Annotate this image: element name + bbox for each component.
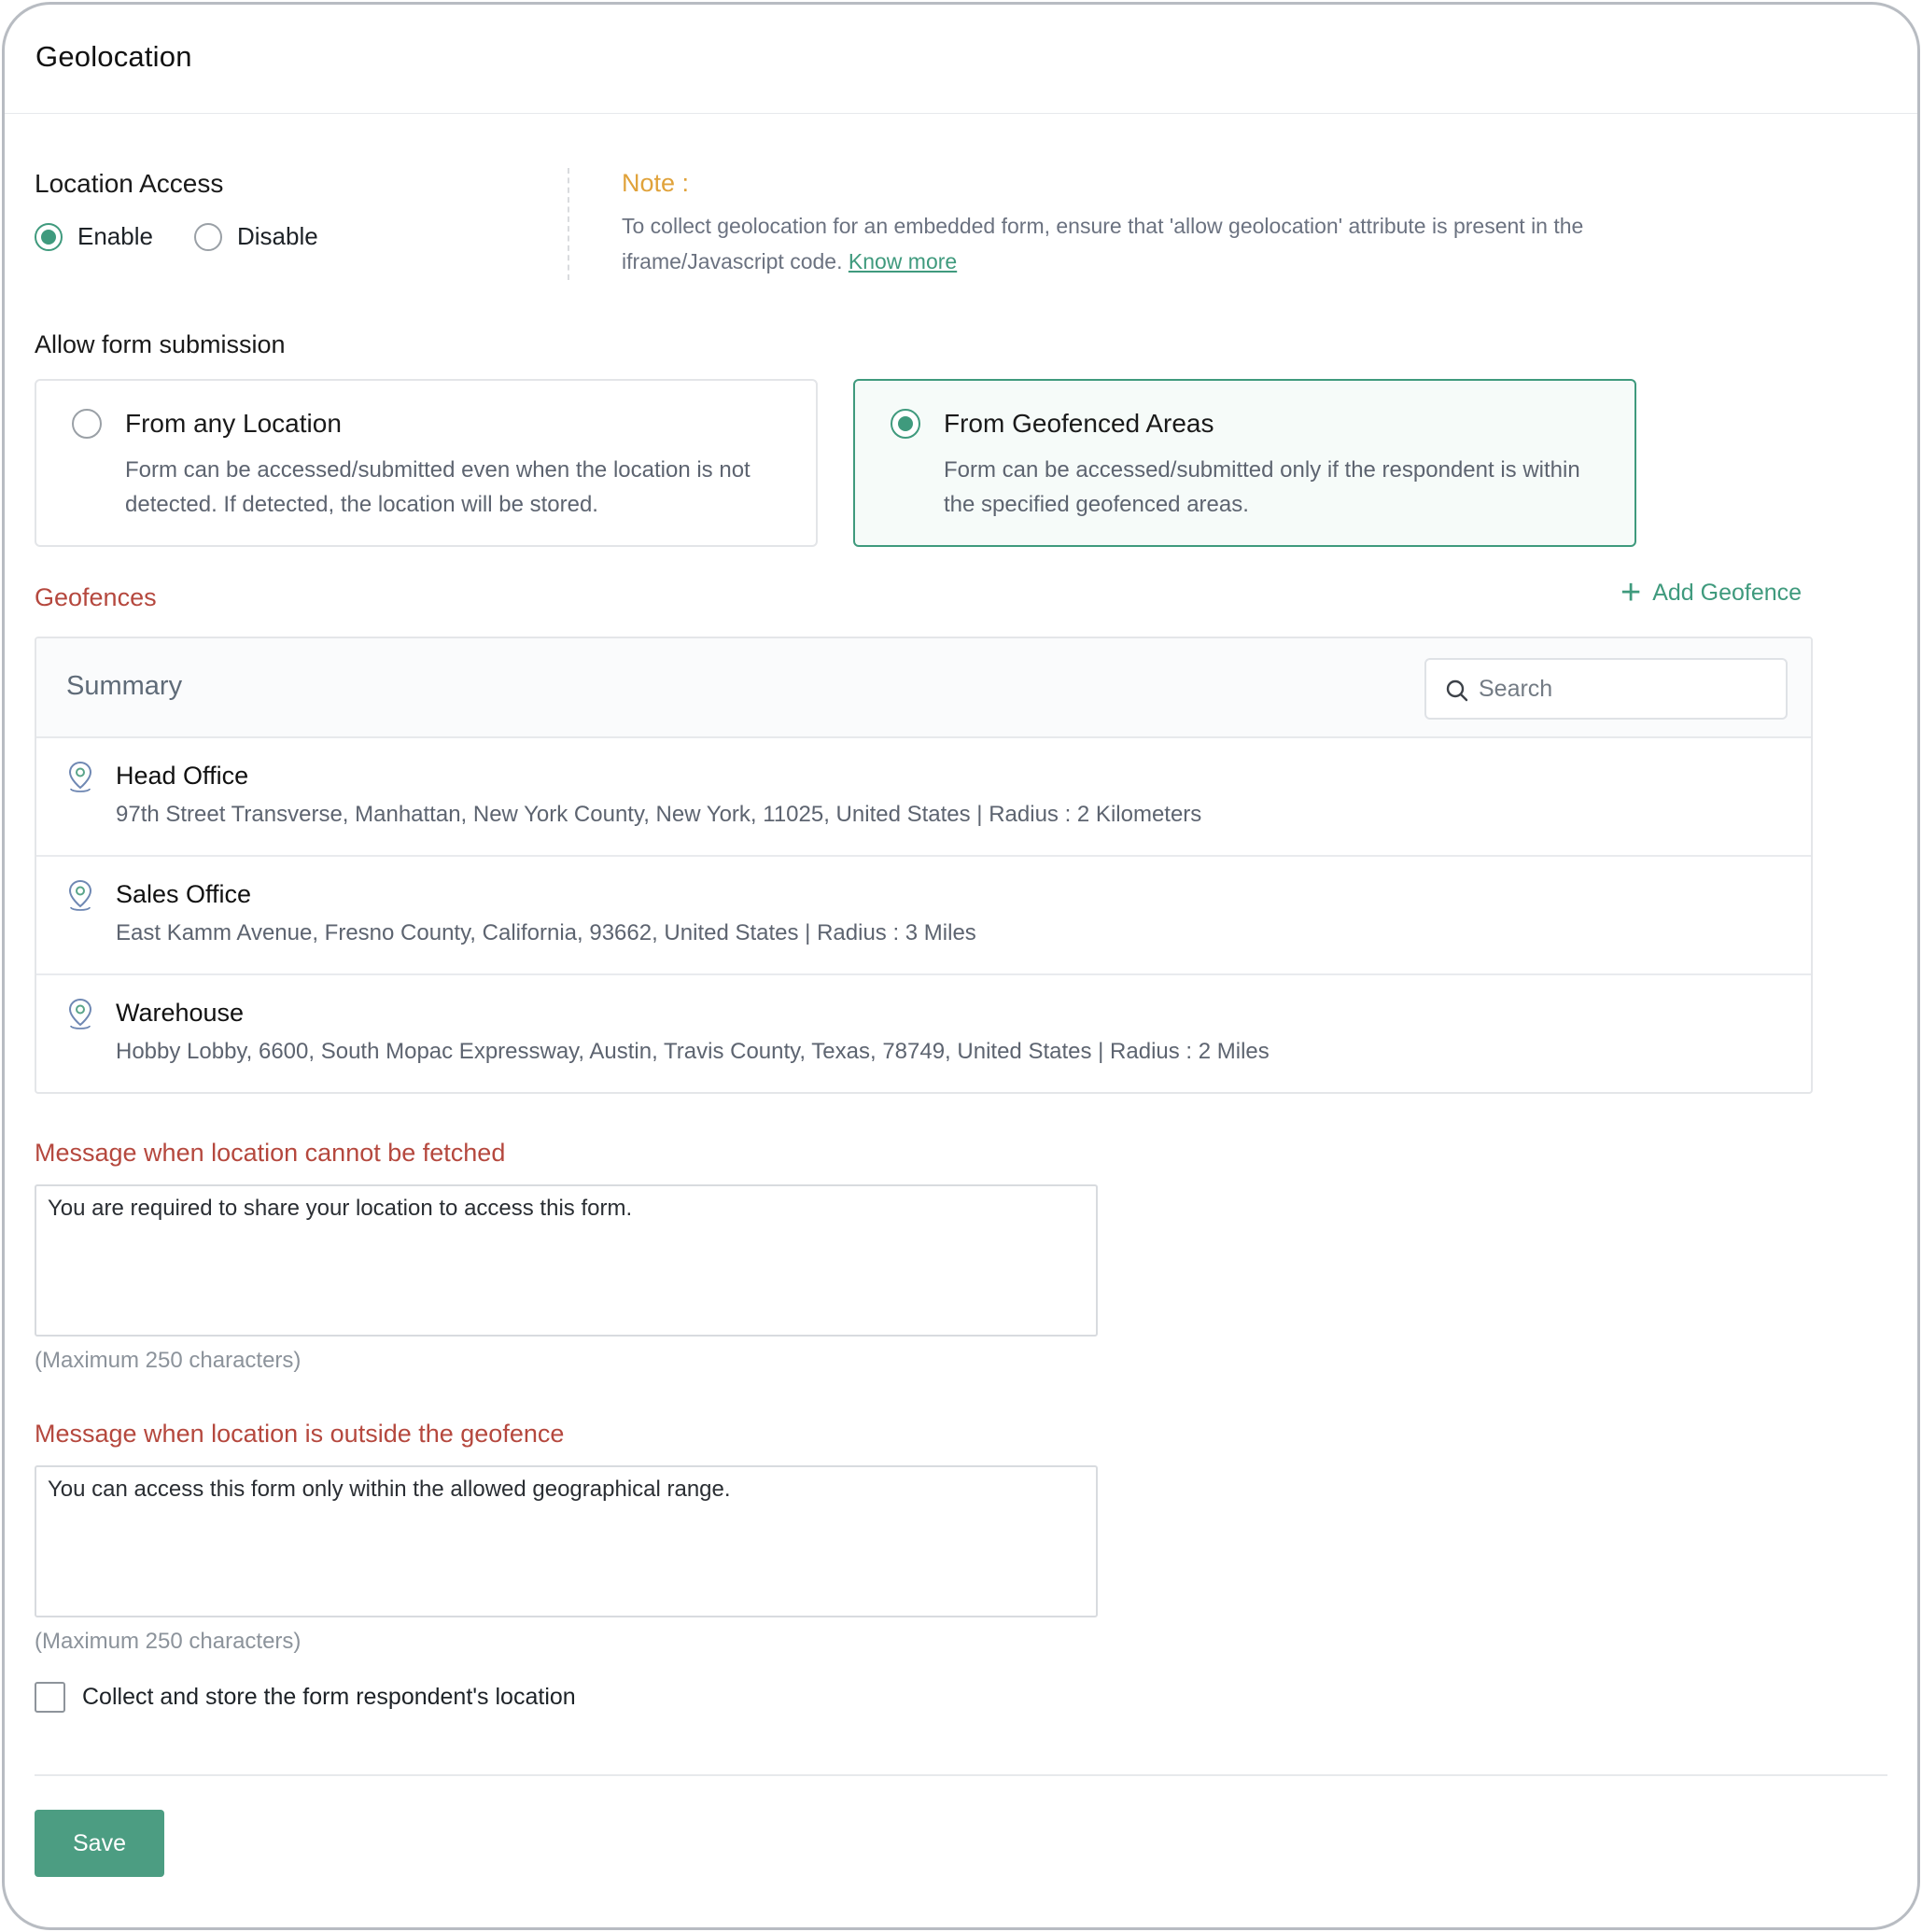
note-title: Note : bbox=[622, 169, 690, 197]
option-any-location-radio[interactable] bbox=[72, 409, 102, 439]
message-not-fetched-hint: (Maximum 250 characters) bbox=[35, 1348, 302, 1373]
location-access-label: Location Access bbox=[35, 169, 224, 198]
add-geofence-button[interactable]: + Add Geofence bbox=[1620, 573, 1803, 612]
location-pin-icon bbox=[68, 879, 92, 911]
geofence-row[interactable]: Sales Office East Kamm Avenue, Fresno Co… bbox=[36, 857, 1811, 975]
summary-label: Summary bbox=[66, 671, 183, 701]
page-title: Geolocation bbox=[35, 40, 192, 73]
option-geofenced-areas-title: From Geofenced Areas bbox=[944, 409, 1214, 438]
geofence-name: Head Office bbox=[116, 762, 249, 790]
geofence-address: 97th Street Transverse, Manhattan, New Y… bbox=[116, 802, 1202, 827]
geofence-table: Summary Head Office 97th Street Transver… bbox=[35, 637, 1813, 1094]
plus-icon: + bbox=[1620, 573, 1642, 612]
geolocation-panel: Geolocation Location Access Enable Disab… bbox=[2, 2, 1920, 1930]
radio-enable-label: Enable bbox=[77, 222, 153, 250]
search-input[interactable] bbox=[1479, 667, 1768, 710]
search-box[interactable] bbox=[1424, 658, 1788, 720]
geofence-row[interactable]: Warehouse Hobby Lobby, 6600, South Mopac… bbox=[36, 975, 1811, 1092]
radio-disable[interactable]: Disable bbox=[194, 222, 318, 251]
search-icon bbox=[1446, 679, 1468, 702]
radio-disable-label: Disable bbox=[237, 222, 318, 250]
geofence-table-header: Summary bbox=[36, 638, 1811, 738]
option-any-location-title: From any Location bbox=[125, 409, 342, 438]
location-pin-icon bbox=[68, 761, 92, 792]
message-not-fetched-textarea[interactable]: You are required to share your location … bbox=[35, 1184, 1098, 1337]
message-outside-textarea[interactable]: You can access this form only within the… bbox=[35, 1465, 1098, 1617]
message-not-fetched-label: Message when location cannot be fetched bbox=[35, 1139, 506, 1167]
note-body: To collect geolocation for an embedded f… bbox=[622, 214, 1584, 273]
add-geofence-label: Add Geofence bbox=[1652, 579, 1803, 606]
radio-enable[interactable]: Enable bbox=[35, 222, 153, 251]
radio-disable-indicator[interactable] bbox=[194, 222, 222, 251]
option-any-location-description: Form can be accessed/submitted even when… bbox=[125, 457, 751, 517]
know-more-link[interactable]: Know more bbox=[849, 249, 957, 273]
message-outside-hint: (Maximum 250 characters) bbox=[35, 1629, 302, 1654]
message-outside-label: Message when location is outside the geo… bbox=[35, 1420, 565, 1448]
geofence-name: Sales Office bbox=[116, 880, 252, 908]
option-geofenced-areas-description: Form can be accessed/submitted only if t… bbox=[944, 457, 1580, 517]
note-text: To collect geolocation for an embedded f… bbox=[622, 208, 1742, 279]
option-geofenced-areas-radio[interactable] bbox=[891, 409, 920, 439]
footer-divider bbox=[35, 1774, 1887, 1776]
geofence-name: Warehouse bbox=[116, 999, 245, 1027]
collect-location-label: Collect and store the form respondent's … bbox=[82, 1684, 576, 1710]
collect-location-option[interactable]: Collect and store the form respondent's … bbox=[35, 1682, 576, 1713]
option-any-location[interactable]: From any Location Form can be accessed/s… bbox=[35, 379, 818, 547]
save-button[interactable]: Save bbox=[35, 1810, 164, 1877]
vertical-divider bbox=[568, 168, 569, 280]
location-pin-icon bbox=[68, 998, 92, 1029]
allow-submission-label: Allow form submission bbox=[35, 330, 286, 358]
geofence-address: Hobby Lobby, 6600, South Mopac Expresswa… bbox=[116, 1039, 1270, 1064]
panel-header: Geolocation bbox=[5, 5, 1917, 114]
geofences-label: Geofences bbox=[35, 583, 157, 611]
geofence-address: East Kamm Avenue, Fresno County, Califor… bbox=[116, 920, 976, 945]
collect-location-checkbox[interactable] bbox=[35, 1682, 65, 1713]
geofence-row[interactable]: Head Office 97th Street Transverse, Manh… bbox=[36, 738, 1811, 857]
radio-enable-indicator[interactable] bbox=[35, 222, 63, 251]
option-geofenced-areas[interactable]: From Geofenced Areas Form can be accesse… bbox=[853, 379, 1636, 547]
